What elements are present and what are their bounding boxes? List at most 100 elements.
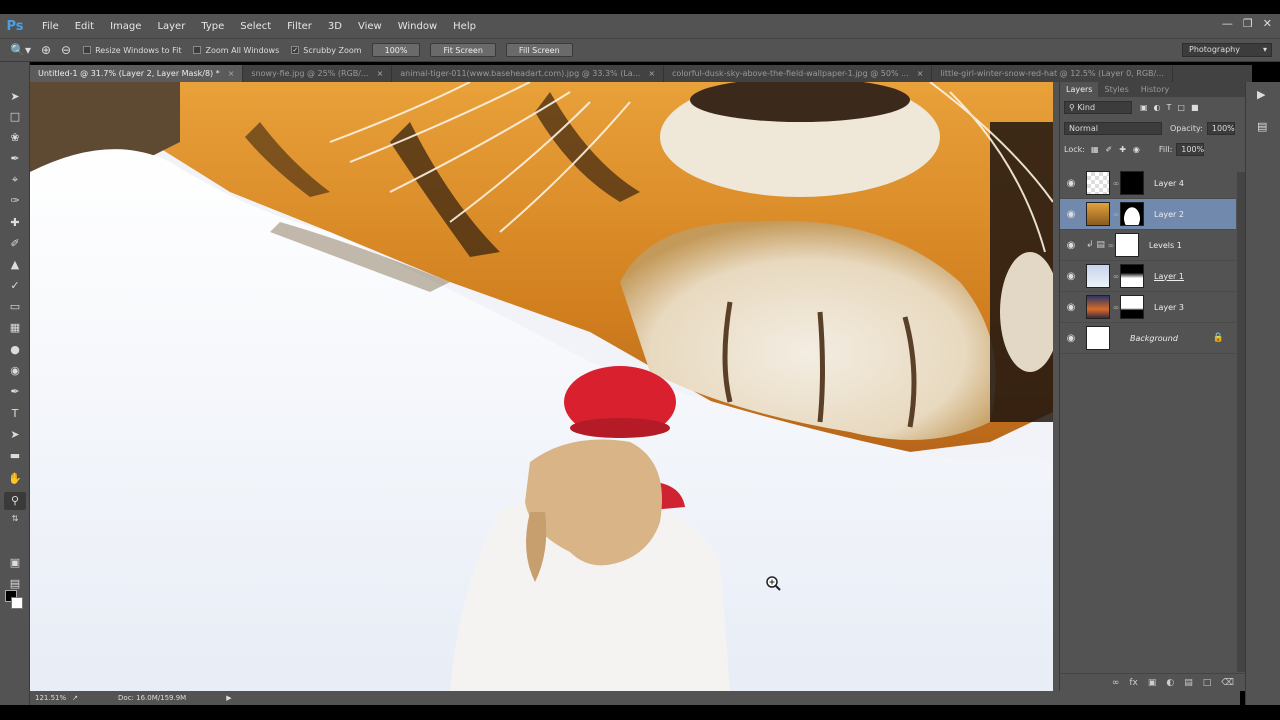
zoom-in-icon[interactable]: ⊕: [41, 43, 51, 57]
tab-layers[interactable]: Layers: [1060, 82, 1099, 97]
quick-select-tool-icon[interactable]: ✒: [4, 150, 26, 168]
eraser-tool-icon[interactable]: ▭: [4, 298, 26, 316]
layer-row[interactable]: ◉ Background 🔒: [1060, 323, 1236, 354]
menu-image[interactable]: Image: [102, 21, 149, 32]
menu-window[interactable]: Window: [390, 21, 445, 32]
menu-edit[interactable]: Edit: [67, 21, 102, 32]
layer-mask-thumbnail[interactable]: [1120, 202, 1144, 226]
layer-mask-thumbnail[interactable]: [1120, 295, 1144, 319]
crop-tool-icon[interactable]: ⌖: [4, 171, 26, 189]
gradient-tool-icon[interactable]: ▦: [4, 319, 26, 337]
marquee-tool-icon[interactable]: □: [4, 108, 26, 126]
menu-select[interactable]: Select: [232, 21, 279, 32]
adjustment-layer-icon[interactable]: ◐: [1166, 678, 1174, 688]
eye-icon[interactable]: ◉: [1064, 209, 1078, 220]
layer-row[interactable]: ◉ ∞ Layer 1: [1060, 261, 1236, 292]
close-icon[interactable]: ✕: [1263, 17, 1272, 30]
link-layers-icon[interactable]: ∞: [1112, 678, 1120, 688]
tab-colorful-dusk-sky[interactable]: colorful-dusk-sky-above-the-field-wallpa…: [664, 65, 933, 82]
zoom-level[interactable]: 121.51%: [35, 694, 66, 702]
menu-layer[interactable]: Layer: [149, 21, 193, 32]
workspace-select[interactable]: Photography ▾: [1182, 43, 1272, 57]
panel-scrollbar[interactable]: [1237, 172, 1245, 672]
history-brush-tool-icon[interactable]: ✓: [4, 277, 26, 295]
tab-history[interactable]: History: [1135, 82, 1175, 97]
eye-icon[interactable]: ◉: [1064, 302, 1078, 313]
blur-tool-icon[interactable]: ●: [4, 341, 26, 359]
fill-input[interactable]: 100%: [1176, 143, 1205, 156]
eye-icon[interactable]: ◉: [1064, 178, 1078, 189]
lock-options-icons[interactable]: ▦✐✚◉: [1091, 145, 1147, 154]
actual-pixels-button[interactable]: 100%: [371, 43, 421, 57]
close-icon[interactable]: ×: [917, 69, 924, 78]
eyedropper-tool-icon[interactable]: ✑: [4, 192, 26, 210]
layer-mask-thumbnail[interactable]: [1120, 171, 1144, 195]
fill-screen-button[interactable]: Fill Screen: [505, 43, 573, 57]
play-arrow-icon[interactable]: ▶: [226, 694, 231, 702]
eye-icon[interactable]: ◉: [1064, 271, 1078, 282]
tab-animal-tiger[interactable]: animal-tiger-011(www.baseheadart.com).jp…: [392, 65, 665, 82]
layer-mask-thumbnail[interactable]: [1120, 264, 1144, 288]
pen-tool-icon[interactable]: ✒: [4, 383, 26, 401]
zoom-all-checkbox[interactable]: Zoom All Windows: [193, 46, 279, 55]
zoom-out-icon[interactable]: ⊖: [61, 43, 71, 57]
type-tool-icon[interactable]: T: [4, 405, 26, 423]
restore-icon[interactable]: ❐: [1243, 17, 1253, 30]
move-tool-icon[interactable]: ➤: [4, 88, 26, 106]
eye-icon[interactable]: ◉: [1064, 333, 1078, 344]
link-icon[interactable]: ∞: [1112, 303, 1120, 312]
export-icon[interactable]: ↗: [72, 694, 78, 702]
eye-icon[interactable]: ◉: [1064, 240, 1078, 251]
layer-row[interactable]: ◉ ∞ Layer 4: [1060, 168, 1236, 199]
zoom-tool-icon[interactable]: ⚲: [4, 492, 26, 510]
layer-row[interactable]: ◉ ↲ ▤ ∞ Levels 1: [1060, 230, 1236, 261]
screen-mode-icon[interactable]: ▤: [4, 575, 26, 593]
brush-tool-icon[interactable]: ✐: [4, 235, 26, 253]
filter-icons[interactable]: ▣◐T□■: [1140, 103, 1205, 112]
background-color-swatch[interactable]: [11, 597, 23, 609]
link-icon[interactable]: ∞: [1112, 272, 1120, 281]
shape-tool-icon[interactable]: ▬: [4, 447, 26, 465]
zoom-tool-icon[interactable]: 🔍▾: [10, 43, 31, 57]
link-icon[interactable]: ∞: [1112, 210, 1120, 219]
tab-snowy-field[interactable]: snowy-fie.jpg @ 25% (RGB/... ×: [243, 65, 393, 82]
quick-mask-icon[interactable]: ▣: [4, 554, 26, 572]
link-icon[interactable]: ∞: [1112, 179, 1120, 188]
play-icon[interactable]: ▶: [1257, 88, 1265, 101]
menu-3d[interactable]: 3D: [320, 21, 350, 32]
layer-row-selected[interactable]: ◉ ∞ Layer 2: [1060, 199, 1236, 230]
blend-mode-select[interactable]: Normal: [1064, 122, 1162, 135]
layer-row[interactable]: ◉ ∞ Layer 3: [1060, 292, 1236, 323]
path-select-tool-icon[interactable]: ➤: [4, 426, 26, 444]
dodge-tool-icon[interactable]: ◉: [4, 362, 26, 380]
menu-filter[interactable]: Filter: [279, 21, 320, 32]
swap-colors-icon[interactable]: ⇅: [4, 510, 26, 528]
fit-screen-button[interactable]: Fit Screen: [430, 43, 496, 57]
panel-options-icon[interactable]: ▤: [1257, 120, 1267, 133]
close-icon[interactable]: ×: [648, 69, 655, 78]
lasso-tool-icon[interactable]: ❀: [4, 129, 26, 147]
close-icon[interactable]: ×: [377, 69, 384, 78]
menu-type[interactable]: Type: [193, 21, 232, 32]
tab-styles[interactable]: Styles: [1098, 82, 1134, 97]
opacity-input[interactable]: 100%: [1206, 122, 1235, 135]
folder-icon[interactable]: ▤: [1184, 678, 1193, 688]
link-icon[interactable]: ∞: [1107, 241, 1115, 250]
document-canvas[interactable]: [30, 82, 1053, 691]
add-mask-icon[interactable]: ▣: [1148, 678, 1157, 688]
kind-filter-select[interactable]: ⚲ Kind: [1064, 101, 1132, 114]
scrubby-zoom-checkbox[interactable]: ✓ Scrubby Zoom: [291, 46, 362, 55]
resize-windows-checkbox[interactable]: Resize Windows to Fit: [83, 46, 181, 55]
menu-file[interactable]: File: [34, 21, 67, 32]
layer-mask-thumbnail[interactable]: [1114, 233, 1139, 257]
healing-brush-tool-icon[interactable]: ✚: [4, 214, 26, 232]
menu-help[interactable]: Help: [445, 21, 484, 32]
hand-tool-icon[interactable]: ✋: [4, 470, 26, 488]
close-icon[interactable]: ×: [228, 69, 235, 78]
minimize-icon[interactable]: —: [1222, 17, 1233, 30]
new-layer-icon[interactable]: □: [1203, 678, 1212, 688]
tab-untitled-1[interactable]: Untitled-1 @ 31.7% (Layer 2, Layer Mask/…: [30, 65, 244, 82]
tab-little-girl[interactable]: little-girl-winter-snow-red-hat @ 12.5% …: [932, 65, 1173, 82]
clone-stamp-tool-icon[interactable]: ▲: [4, 256, 26, 274]
menu-view[interactable]: View: [350, 21, 390, 32]
